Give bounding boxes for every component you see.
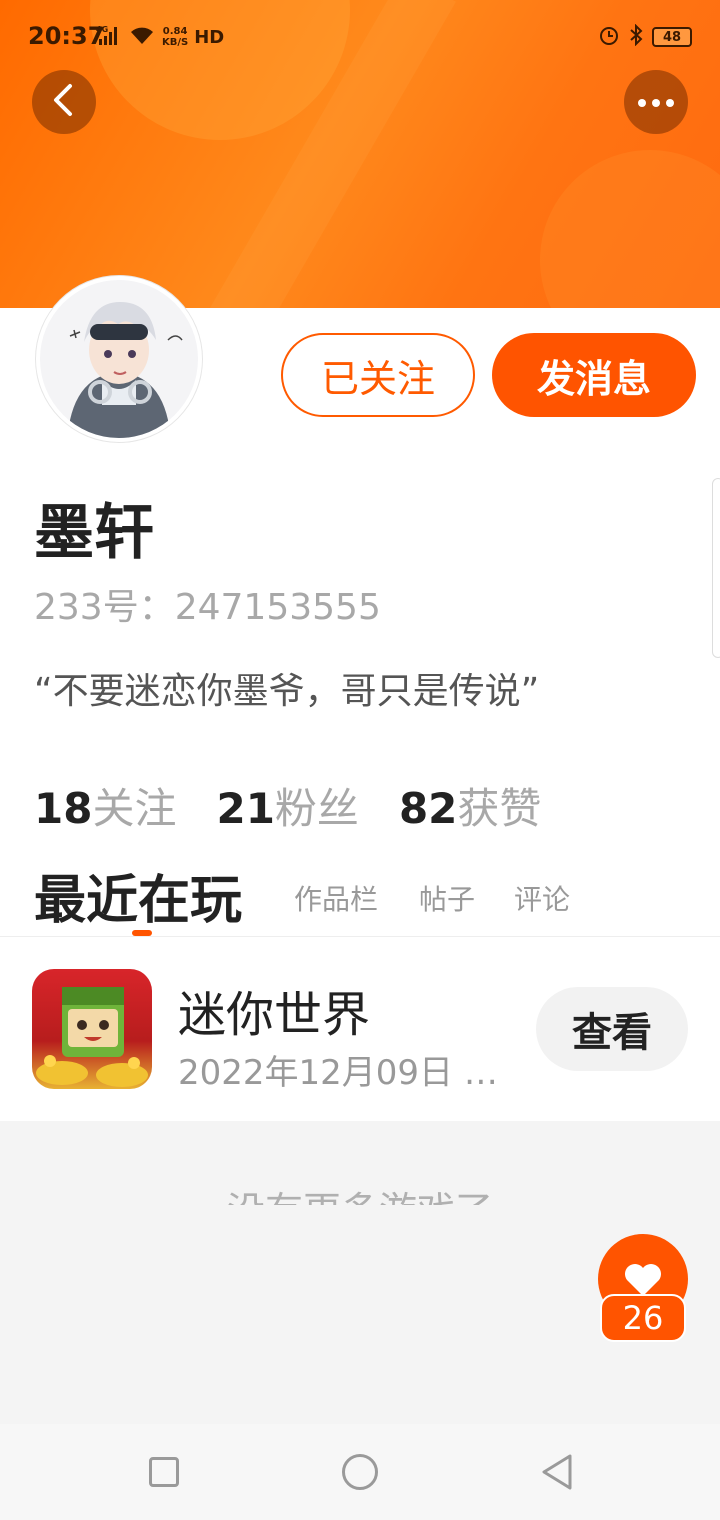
game-icon	[32, 969, 152, 1089]
tab-works[interactable]: 作品栏	[294, 878, 378, 918]
profile-stats: 18关注 21粉丝 82获赞	[34, 775, 541, 836]
signal-icon: 4G	[96, 24, 122, 50]
game-last-played: 2022年12月09日 1...	[178, 1053, 514, 1093]
view-game-button[interactable]: 查看	[536, 987, 688, 1071]
stat-count: 18	[34, 784, 93, 833]
avatar[interactable]	[36, 276, 202, 442]
chevron-left-icon	[50, 83, 78, 121]
wifi-icon	[128, 24, 156, 50]
stat-label: 关注	[92, 784, 177, 833]
send-message-button[interactable]: 发消息	[492, 333, 696, 417]
status-bar: 20:37 4G 0.84 KB/S HD 48	[0, 0, 720, 70]
stat-count: 21	[216, 784, 275, 833]
stat-likes[interactable]: 82获赞	[399, 775, 541, 836]
following-button[interactable]: 已关注	[281, 333, 475, 417]
back-nav-button[interactable]	[540, 1452, 576, 1496]
like-count: 26	[600, 1294, 686, 1342]
more-horizontal-icon	[636, 93, 676, 112]
recent-apps-button[interactable]	[149, 1457, 179, 1487]
hd-indicator: HD	[194, 26, 225, 48]
alarm-icon	[598, 24, 620, 50]
scrollbar[interactable]	[712, 478, 720, 658]
more-options-button[interactable]	[624, 70, 688, 134]
user-id: 233号：247153555	[34, 587, 381, 628]
game-name: 迷你世界	[178, 987, 371, 1043]
stat-label: 获赞	[457, 784, 542, 833]
back-button[interactable]	[32, 70, 96, 134]
stat-fans[interactable]: 21粉丝	[216, 775, 358, 836]
system-navigation-bar	[0, 1424, 720, 1520]
username: 墨轩	[34, 498, 154, 568]
bluetooth-icon	[628, 23, 644, 50]
user-bio: “不要迷恋你墨爷，哥只是传说”	[34, 671, 540, 712]
game-list-item[interactable]: 迷你世界 2022年12月09日 1... 查看	[0, 937, 720, 1121]
tab-recently-played[interactable]: 最近在玩	[34, 858, 242, 933]
home-button[interactable]	[342, 1454, 378, 1490]
no-more-games-text: 没有更多游戏了	[0, 1179, 720, 1205]
tab-comments[interactable]: 评论	[514, 878, 570, 918]
stat-label: 粉丝	[274, 784, 359, 833]
status-time: 20:37	[28, 22, 105, 50]
network-type-text: 4G	[96, 25, 108, 34]
stat-count: 82	[398, 784, 458, 833]
stat-following[interactable]: 18关注	[34, 775, 176, 836]
network-speed: 0.84 KB/S	[162, 26, 189, 48]
profile-tabs: 最近在玩 作品栏 帖子 评论	[34, 858, 684, 938]
battery-indicator: 48	[652, 27, 692, 47]
tab-posts[interactable]: 帖子	[419, 878, 475, 918]
